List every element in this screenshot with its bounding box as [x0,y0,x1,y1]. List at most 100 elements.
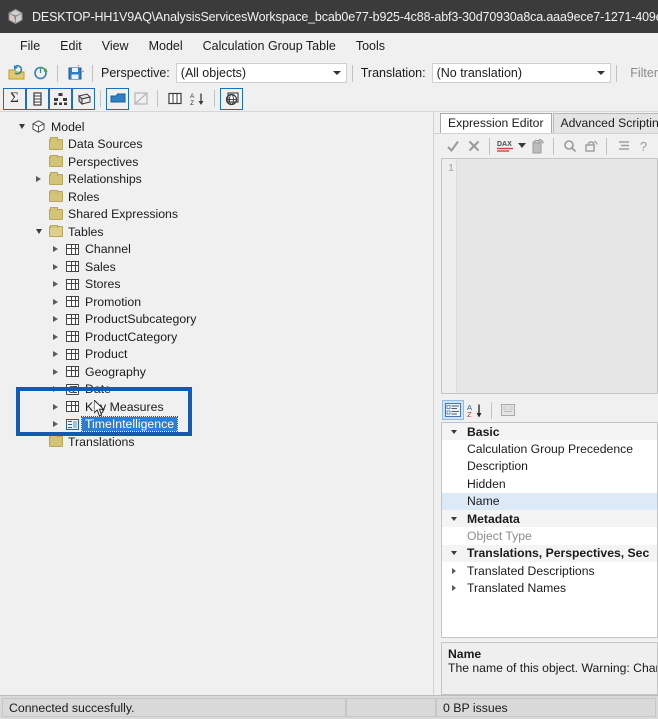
menu-calculation-group-table[interactable]: Calculation Group Table [193,36,346,56]
cancel-icon[interactable] [463,136,484,156]
property-pages-icon[interactable] [497,400,519,420]
tree-node[interactable]: Shared Expressions [14,206,433,224]
tree-node[interactable]: Geography [14,363,433,381]
tree-node[interactable]: Stores [14,276,433,294]
columns-view-icon[interactable] [163,88,186,110]
tree-node-label: Geography [85,364,146,379]
accept-icon[interactable] [442,136,463,156]
tree-node[interactable]: Tables [14,223,433,241]
property-category-row[interactable]: Translations, Perspectives, Sec [442,544,657,563]
menu-model[interactable]: Model [139,36,193,56]
tree-node[interactable]: Relationships [14,171,433,189]
property-row[interactable]: Hidden [442,475,657,492]
chevron-right-icon[interactable] [48,333,63,340]
chevron-right-icon[interactable] [48,368,63,375]
property-row[interactable]: Calculation Group Precedence [442,440,657,457]
calculation-group-icon[interactable] [72,87,95,110]
save-icon[interactable] [63,62,87,84]
status-cell-secondary [346,698,436,717]
sigma-icon[interactable]: Σ [3,87,26,110]
chevron-down-icon[interactable] [445,429,463,434]
property-row[interactable]: Description [442,458,657,475]
chevron-down-icon [332,71,341,75]
tree-node[interactable]: Key Measures [14,398,433,416]
tree-node[interactable]: Promotion [14,293,433,311]
open-icon[interactable] [4,62,28,84]
svg-text:DAX: DAX [497,141,512,148]
paste-icon[interactable] [527,136,548,156]
tree-node[interactable]: Perspectives [14,153,433,171]
date-table-icon [63,383,82,395]
chevron-right-icon[interactable] [48,421,63,428]
sort-icon[interactable]: A Z [186,88,209,110]
perspective-icon[interactable] [106,87,129,110]
tree-node[interactable]: ProductCategory [14,328,433,346]
relationship-icon[interactable] [129,88,152,110]
property-row[interactable]: Translated Descriptions [442,562,657,579]
property-row[interactable]: Name [442,492,657,510]
tree-node[interactable]: Channel [14,241,433,259]
find-icon[interactable] [559,136,580,156]
chevron-right-icon[interactable] [48,351,63,358]
tree-node-label: Channel [85,242,131,257]
model-tree[interactable]: Model Data Sources Perspectives Relationshi… [0,112,433,695]
menu-file[interactable]: File [10,36,50,56]
tree-node[interactable]: Sales [14,258,433,276]
dax-editor[interactable]: 1 [441,158,658,394]
chevron-down-icon[interactable] [445,516,463,521]
property-category-row[interactable]: Metadata [442,509,657,528]
menu-view[interactable]: View [92,36,139,56]
translation-dropdown[interactable]: (No translation) [431,63,612,83]
categorized-view-icon[interactable] [442,400,464,420]
tree-node[interactable]: Product [14,346,433,364]
chevron-right-icon[interactable] [48,386,63,393]
tree-node[interactable]: Data Sources [14,136,433,154]
indent-icon[interactable] [612,136,633,156]
menu-tools[interactable]: Tools [346,36,395,56]
chevron-right-icon[interactable] [48,263,63,270]
tree-node[interactable]: Model [14,118,433,136]
property-category-row[interactable]: Basic [442,423,657,441]
properties-grid[interactable]: Basic Calculation Group Precedence Descrip… [441,422,658,638]
tree-node[interactable]: TimeIntelligence [14,416,433,434]
replace-icon[interactable] [580,136,601,156]
translations-icon[interactable] [220,87,243,110]
tree-node[interactable]: ProductSubcategory [14,311,433,329]
tree-node-label: ProductCategory [85,329,178,344]
chevron-down-icon[interactable] [14,124,29,130]
property-row[interactable]: Object Type [442,527,657,544]
status-bp-issues[interactable]: 0 BP issues [436,698,656,717]
hierarchy-icon[interactable] [49,87,72,110]
help-icon[interactable]: ? [633,136,654,156]
chevron-right-icon[interactable] [48,403,63,410]
tab-advanced-scripting[interactable]: Advanced Scripting [552,113,658,133]
alphabetical-sort-icon[interactable]: A Z [464,400,486,420]
chevron-right-icon[interactable] [48,281,63,288]
tree-node[interactable]: Translations [14,433,433,451]
table-icon [63,261,82,273]
column-icon[interactable] [26,87,49,110]
chevron-right-icon[interactable] [48,246,63,253]
expression-separator-2 [553,137,554,155]
chevron-right-icon[interactable] [445,567,463,574]
tree-node[interactable]: Date [14,381,433,399]
chevron-down-icon[interactable] [445,551,463,556]
editor-code-area[interactable] [457,159,657,393]
chevron-right-icon[interactable] [445,585,463,592]
tree-node-label: Stores [85,277,121,292]
status-message: Connected succesfully. [2,698,346,717]
folder-icon [46,189,65,203]
perspective-dropdown[interactable]: (All objects) [175,63,347,83]
tab-expression-editor[interactable]: Expression Editor [440,113,552,133]
refresh-icon[interactable] [28,62,52,84]
property-row[interactable]: Translated Names [442,580,657,597]
filter-input[interactable]: Filter [630,66,658,80]
chevron-right-icon[interactable] [48,298,63,305]
tree-node[interactable]: Roles [14,188,433,206]
dax-format-icon[interactable]: DAX [495,136,516,156]
chevron-right-icon[interactable] [31,176,46,183]
menu-edit[interactable]: Edit [50,36,92,56]
chevron-down-icon[interactable] [31,229,46,235]
chevron-right-icon[interactable] [48,316,63,323]
dropdown-arrow-icon[interactable] [516,136,527,156]
